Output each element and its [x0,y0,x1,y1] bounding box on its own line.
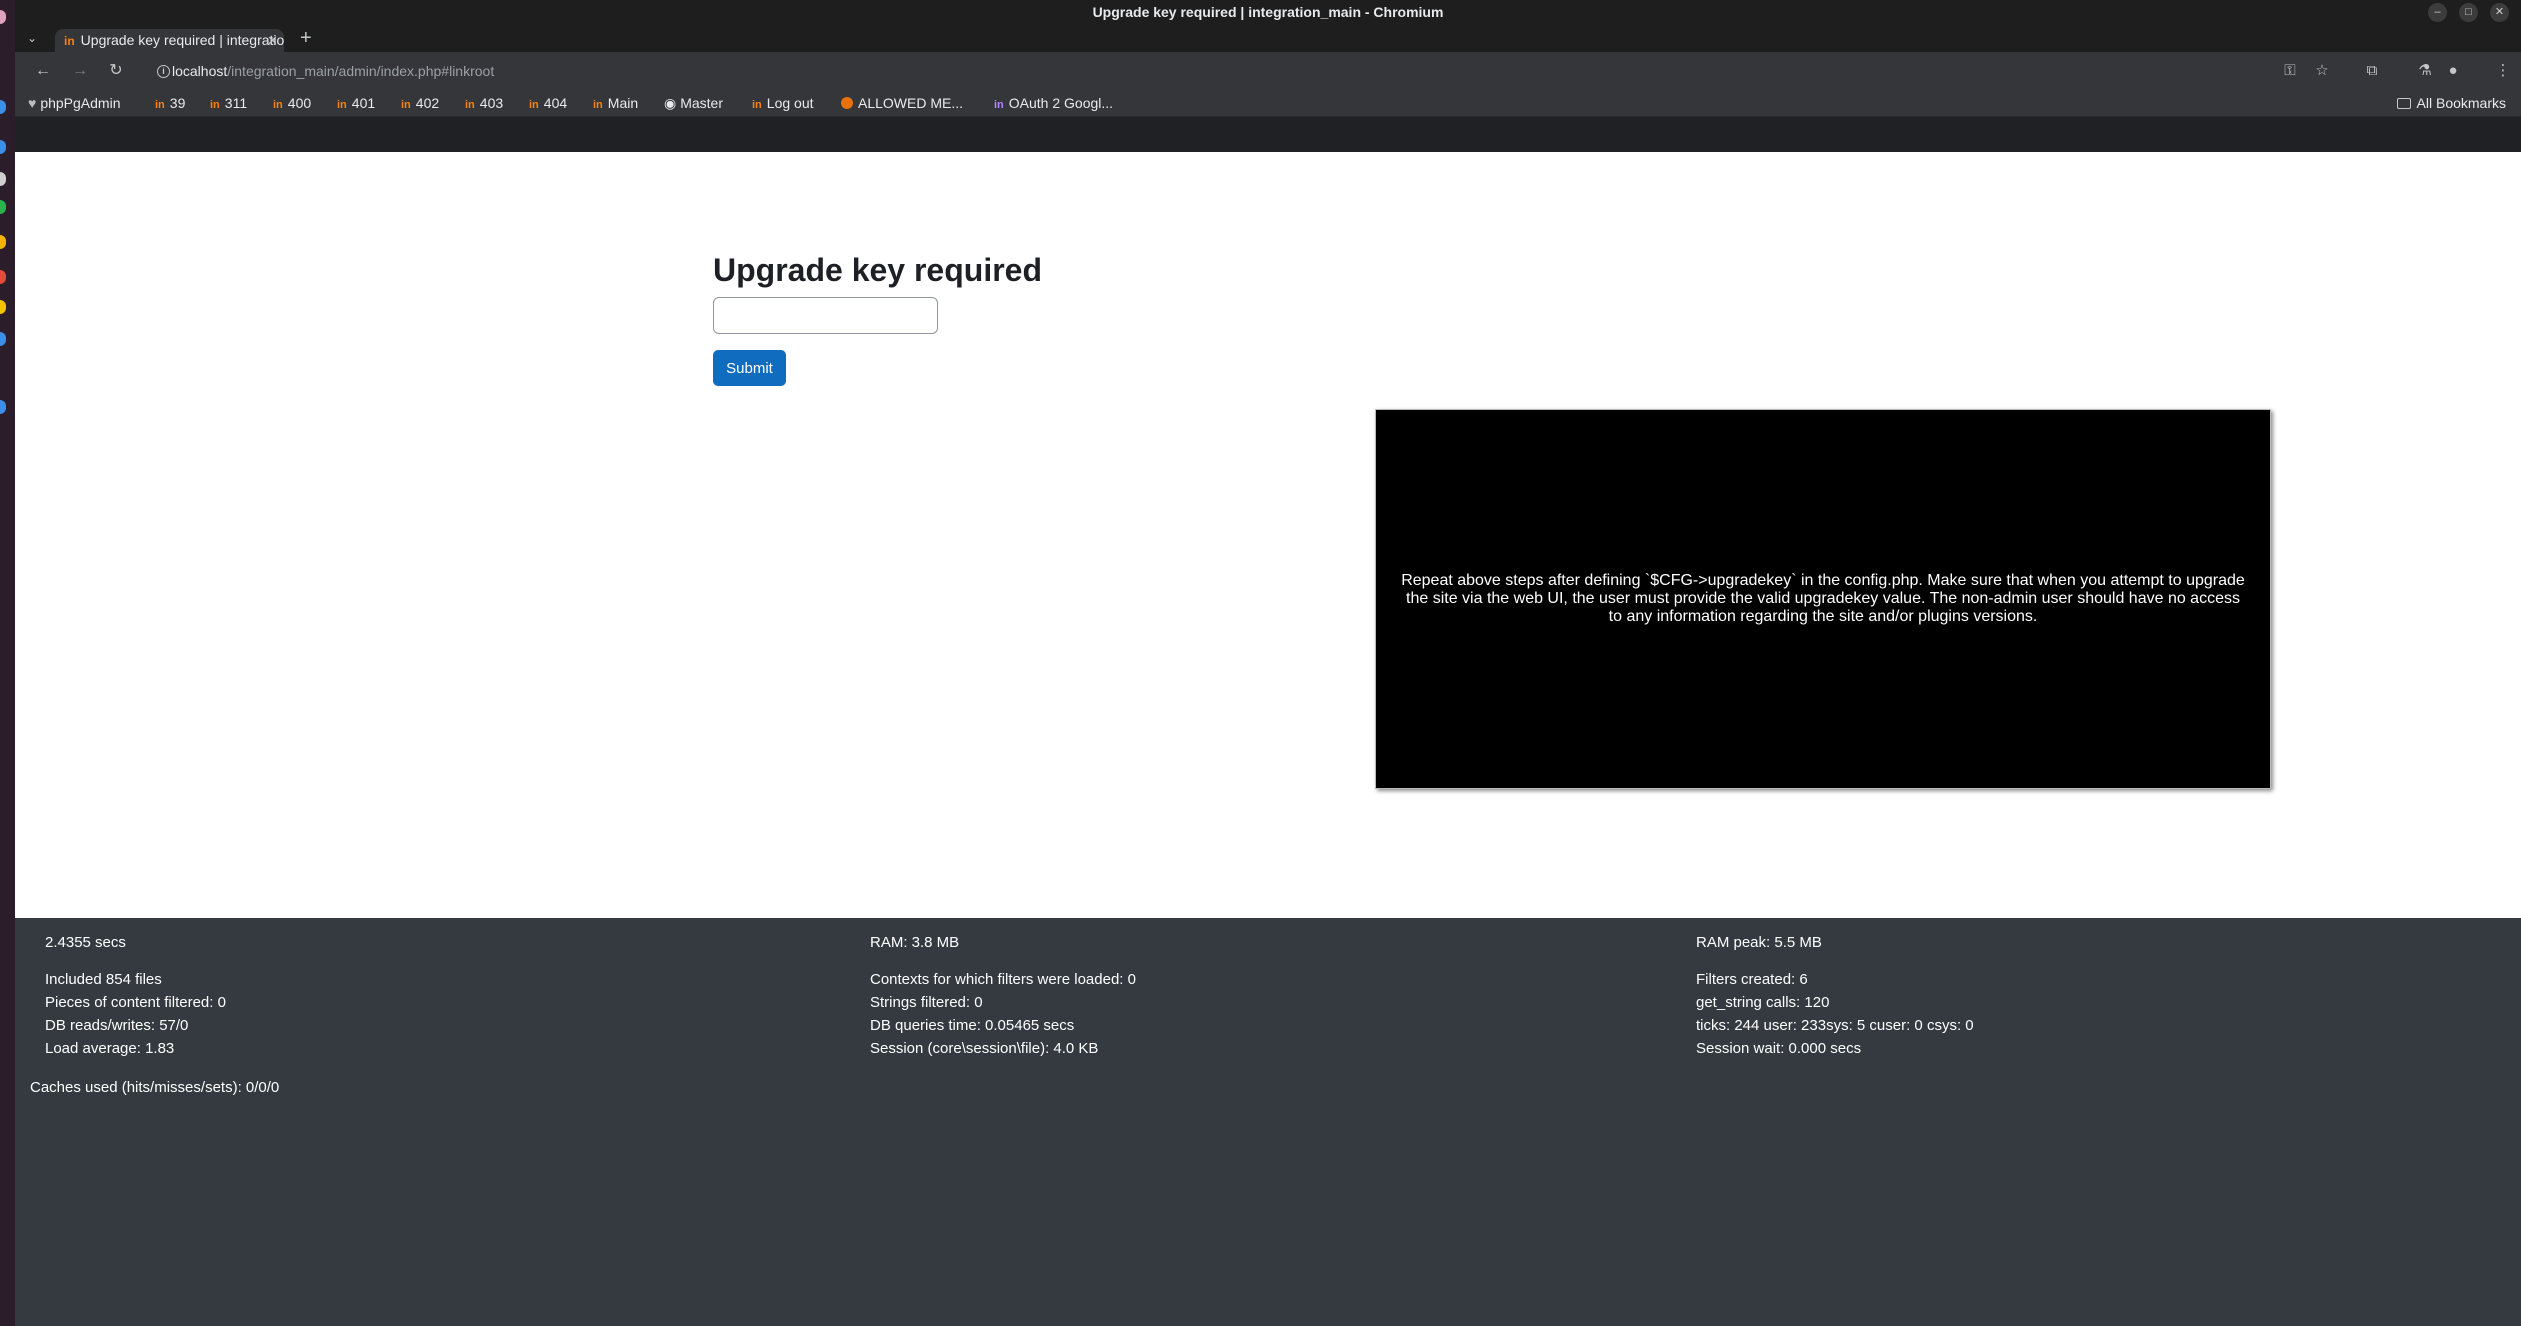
upgrade-key-input[interactable] [713,297,938,334]
dock-app-icon[interactable] [0,200,6,214]
tab-search-chevron-icon[interactable]: ⌄ [23,29,41,47]
moodle-icon: in [337,99,347,111]
submit-button[interactable]: Submit [713,350,786,386]
perf-ram-peak: RAM peak: 5.5 MB [1696,934,1822,951]
dock-app-icon[interactable] [0,235,6,249]
perf-time: 2.4355 secs [45,934,126,951]
all-bookmarks[interactable]: All Bookmarks [2396,95,2506,111]
perf-session-size: Session (core\session\file): 4.0 KB [870,1040,1099,1057]
window-title: Upgrade key required | integration_main … [1092,4,1444,20]
dock-app-icon[interactable] [0,10,6,24]
browser-toolbar: ← → ↻ localhost/integration_main/admin/i… [15,52,2521,90]
perf-included-files: Included 854 files [45,971,162,988]
password-key-icon[interactable]: ⚿ [2280,61,2300,81]
moodle-icon: in [752,99,762,111]
profile-person-icon[interactable]: ● [2443,61,2463,81]
address-bar[interactable]: localhost/integration_main/admin/index.p… [138,57,2323,85]
moodle-icon: in [465,99,475,111]
github-icon: ◉ [664,95,677,111]
elephant-icon: ♥ [28,95,37,111]
moodle-icon: in [155,99,165,111]
perf-db-reads: DB reads/writes: 57/0 [45,1017,189,1034]
performance-footer: 2.4355 secs Included 854 files Pieces of… [15,918,2521,1326]
perf-content-filtered: Pieces of content filtered: 0 [45,994,226,1011]
bookmark-311[interactable]: in 311 [210,95,247,113]
url-path: /integration_main/admin/index.php#linkro… [227,63,495,79]
alert-icon [841,97,853,109]
dock-app-icon[interactable] [0,100,6,114]
close-icon[interactable]: ✕ [2490,3,2509,22]
perf-caches: Caches used (hits/misses/sets): 0/0/0 [30,1079,280,1096]
browser-window: Upgrade key required | integration_main … [15,0,2521,1326]
moodle-icon: in [210,99,220,111]
moodle-favicon-icon: in [64,34,75,48]
bookmark-allowed-me[interactable]: ALLOWED ME... [841,95,963,111]
perf-get-string-calls: get_string calls: 120 [1696,994,1830,1011]
bookmark-404[interactable]: in 404 [529,95,567,113]
dock-app-icon[interactable] [0,140,6,154]
bookmark-oauth2[interactable]: in OAuth 2 Googl... [994,95,1113,113]
minimize-icon[interactable]: – [2428,3,2447,22]
forward-arrow-icon[interactable]: → [70,61,90,81]
bookmarks-bar: ♥ phpPgAdmin in 39 in 311 in 400 in 401 in 402… [15,90,2521,117]
perf-strings-filtered: Strings filtered: 0 [870,994,983,1011]
bookmark-401[interactable]: in 401 [337,95,375,113]
page-title: Upgrade key required [713,252,1042,288]
perf-db-queries-time: DB queries time: 0.05465 secs [870,1017,1075,1034]
os-dock [0,0,15,1326]
moodle-icon: in [593,99,603,111]
moodle-icon: in [401,99,411,111]
perf-filters-created: Filters created: 6 [1696,971,1808,988]
instruction-overlay: Repeat above steps after defining `$CFG-… [1375,409,2271,789]
dock-app-icon[interactable] [0,300,6,314]
new-tab-plus-icon[interactable]: + [300,28,312,48]
page-content: Upgrade key required Submit Repeat above… [15,152,2521,918]
perf-session-wait: Session wait: 0.000 secs [1696,1040,1862,1057]
dock-app-icon[interactable] [0,400,6,414]
dock-app-icon[interactable] [0,172,6,186]
url-host: localhost [172,63,228,79]
bookmark-phppgadmin[interactable]: ♥ phpPgAdmin [28,95,120,111]
tab-title: Upgrade key required | integration_main [80,32,284,48]
oauth-icon: in [994,99,1004,111]
dock-app-icon[interactable] [0,332,6,346]
tab-active[interactable]: in Upgrade key required | integration_mai… [55,29,284,52]
labs-flask-icon[interactable]: ⚗ [2415,61,2435,81]
menu-kebab-icon[interactable]: ⋮ [2493,61,2513,81]
tab-close-icon[interactable]: ✕ [267,29,278,52]
perf-ram: RAM: 3.8 MB [870,934,960,951]
folder-icon [2396,98,2411,109]
bookmark-402[interactable]: in 402 [401,95,439,113]
window-titlebar: Upgrade key required | integration_main … [15,0,2521,25]
bookmark-master[interactable]: ◉ Master [664,95,723,111]
perf-load-average: Load average: 1.83 [45,1040,175,1057]
moodle-icon: in [273,99,283,111]
back-arrow-icon[interactable]: ← [33,61,53,81]
tab-strip: ⌄ in Upgrade key required | integration_m… [15,25,2521,52]
dock-app-icon[interactable] [0,270,6,284]
bookmark-logout[interactable]: in Log out [752,95,814,113]
bookmark-39[interactable]: in 39 [155,95,185,113]
bookmark-403[interactable]: in 403 [465,95,503,113]
window-controls: – □ ✕ [2428,3,2509,22]
instruction-text: Repeat above steps after defining `$CFG-… [1401,572,2245,625]
perf-ticks: ticks: 244 user: 233sys: 5 cuser: 0 csys… [1696,1017,1974,1034]
extensions-puzzle-icon[interactable]: ⧉ [2362,61,2382,81]
maximize-icon[interactable]: □ [2459,3,2478,22]
bookmark-400[interactable]: in 400 [273,95,311,113]
moodle-icon: in [529,99,539,111]
bookmark-main[interactable]: in Main [593,95,638,113]
site-info-icon[interactable]: i [157,65,170,78]
perf-contexts: Contexts for which filters were loaded: … [870,971,1136,988]
bookmark-star-icon[interactable]: ☆ [2312,61,2332,81]
reload-icon[interactable]: ↻ [106,61,126,81]
